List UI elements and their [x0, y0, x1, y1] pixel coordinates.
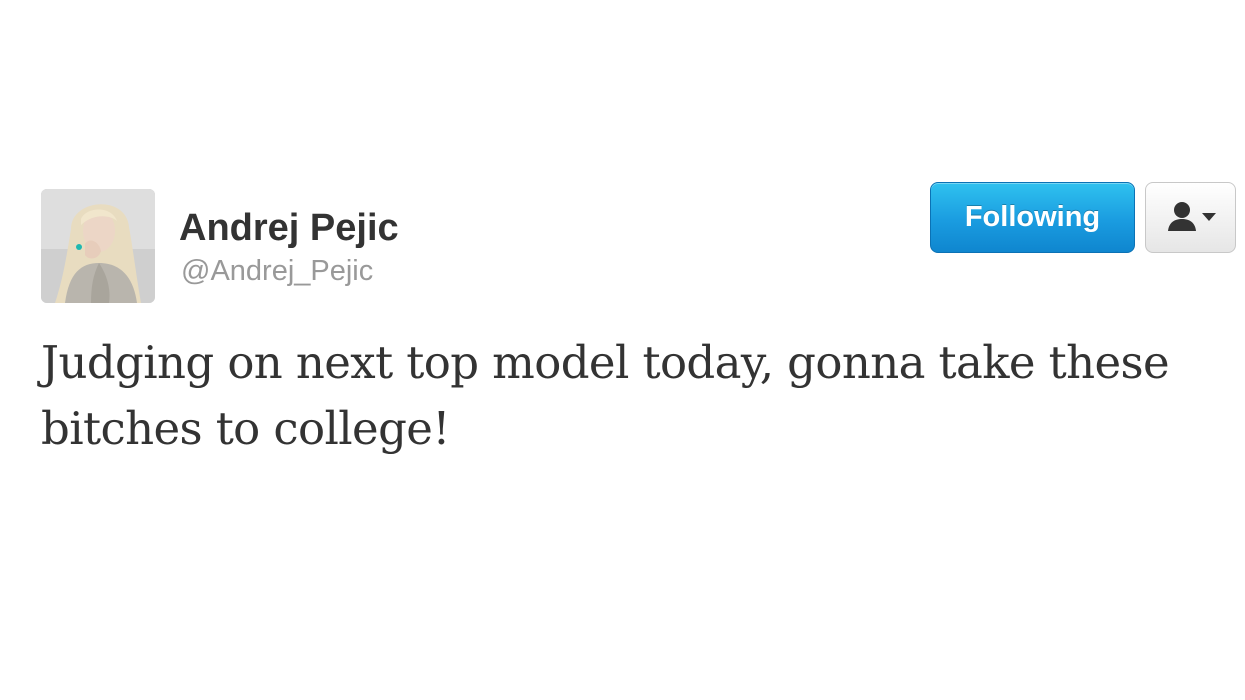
following-button[interactable]: Following [930, 182, 1135, 253]
avatar[interactable] [41, 189, 155, 303]
person-icon [1168, 202, 1196, 231]
tweet-card: Andrej Pejic @Andrej_Pejic Following Jud… [0, 0, 1245, 700]
tweet-text: Judging on next top model today, gonna t… [41, 336, 1170, 455]
user-name[interactable]: Andrej Pejic [179, 205, 399, 251]
profile-photo-icon [41, 189, 155, 303]
user-handle[interactable]: @Andrej_Pejic [181, 253, 373, 289]
user-actions-button[interactable] [1145, 182, 1236, 253]
chevron-down-icon [1202, 213, 1216, 221]
